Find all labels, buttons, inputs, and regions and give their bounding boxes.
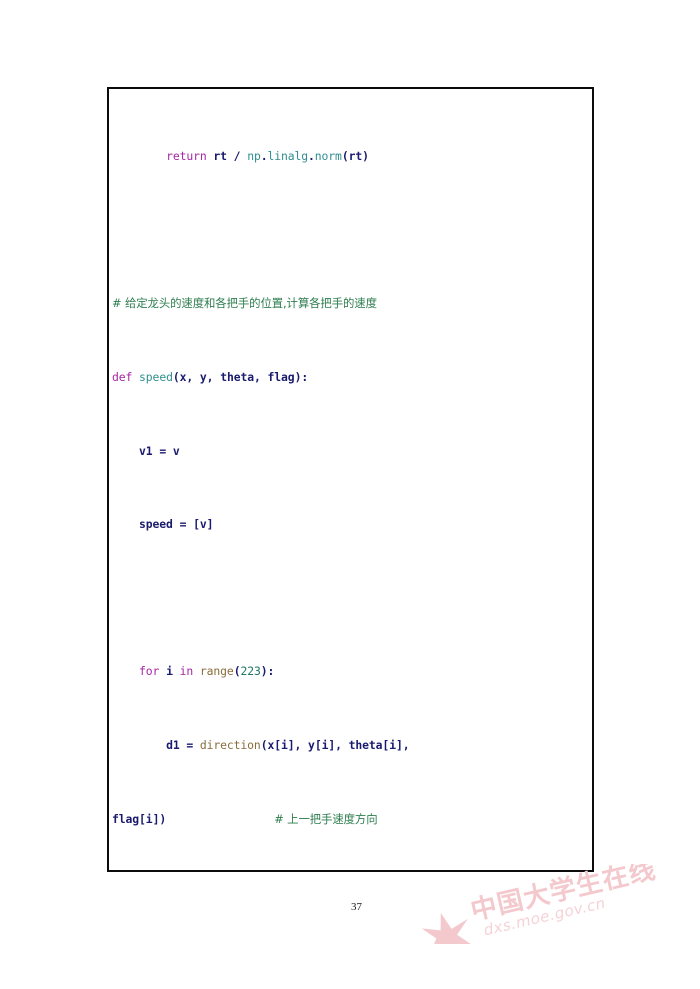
svg-text:中国大学生在线: 中国大学生在线 [468, 864, 659, 927]
watermark-logo-icon: 中国大学生在线 dxs.moe.gov.cn [421, 864, 659, 944]
page-number: 37 [351, 901, 362, 913]
code-line: speed = [v] [139, 517, 214, 532]
code-line-comment: # 给定龙头的速度和各把手的位置,计算各把手的速度 [112, 296, 377, 311]
code-line: v1 = v [139, 443, 180, 458]
document-page: return rt / np.linalg.norm(rt) # 给定龙头的速度… [0, 0, 700, 989]
code-line: d1 = direction(x[i], y[i], theta[i], [166, 738, 410, 753]
code-block: return rt / np.linalg.norm(rt) # 给定龙头的速度… [112, 92, 592, 870]
svg-text:dxs.moe.gov.cn: dxs.moe.gov.cn [482, 894, 608, 940]
code-line: for i in range(223): [139, 664, 275, 679]
code-line: def speed(x, y, theta, flag): [112, 370, 309, 385]
code-listing-frame: return rt / np.linalg.norm(rt) # 给定龙头的速度… [107, 87, 594, 872]
code-line: return rt / np.linalg.norm(rt) [166, 149, 369, 164]
watermark: 中国大学生在线 dxs.moe.gov.cn [418, 864, 700, 944]
code-line: flag[i]) # 上一把手速度方向 [112, 811, 378, 826]
